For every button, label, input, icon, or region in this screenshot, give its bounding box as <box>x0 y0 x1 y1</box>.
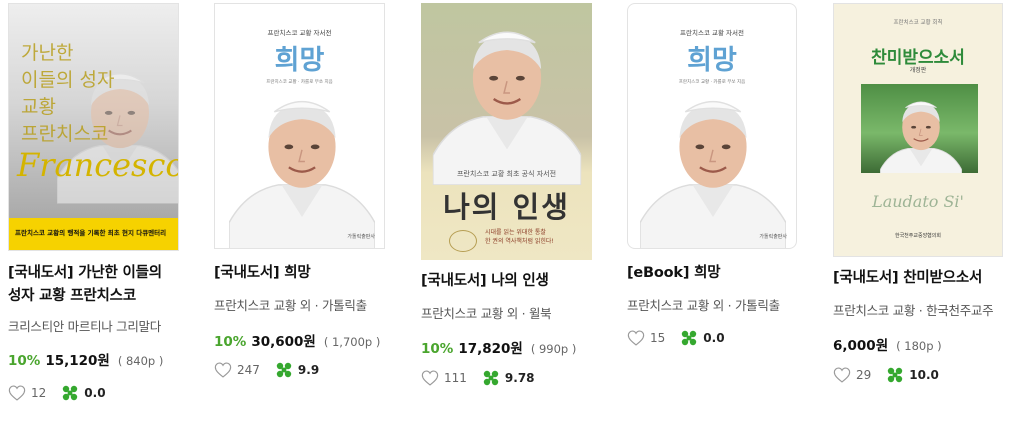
like-count: 111 <box>444 371 467 385</box>
cover-publisher-text: 가톨릭출판사 <box>759 234 787 240</box>
product-author: 프란치스코 교황 외 · 가톨릭출 <box>627 298 780 313</box>
cover-publisher-text: 가톨릭출판사 <box>347 234 375 240</box>
book-cover-image[interactable]: 프란치스코 교황 자서전 희망 프란치스코 교황 · 카를로 무쏘 지음 가톨릭… <box>627 3 797 249</box>
pope-portrait <box>229 96 375 249</box>
price-row: 10% 15,120원 ( 840p ) <box>8 349 193 369</box>
product-title[interactable]: [국내도서] 찬미받으소서 <box>833 267 1011 290</box>
book-cover-image[interactable]: 프란치스코 교황 회칙 찬미받으소서 개정판 Laudato Si' 한국천주교… <box>833 3 1003 257</box>
cover-script-text: Francesco <box>17 146 179 184</box>
cover-edition-text: 개정판 <box>909 67 927 74</box>
cover-credits-text: 프란치스코 교황 · 카를로 무쏘 지음 <box>266 80 333 85</box>
review-score: 0.0 <box>84 386 106 400</box>
pope-portrait <box>640 96 786 249</box>
pope-portrait <box>873 88 969 173</box>
cover-photo <box>861 84 978 173</box>
price-row: 10% 17,820원 ( 990p ) <box>421 337 606 357</box>
heart-icon[interactable] <box>421 370 439 386</box>
clover-icon <box>276 362 292 378</box>
review-score: 9.9 <box>297 363 320 377</box>
product-title[interactable]: [eBook] 희망 <box>627 262 812 285</box>
cover-publisher-text: 한국천주교중앙협의회 <box>894 233 941 239</box>
discount-rate: 10% <box>8 353 41 369</box>
reward-points: ( 990p ) <box>530 342 577 356</box>
product-title[interactable]: [국내도서] 희망 <box>214 262 399 285</box>
pope-portrait <box>425 7 589 185</box>
clover-icon <box>62 385 78 401</box>
product-stats: 29 10.0 <box>833 367 1011 383</box>
like-count: 247 <box>237 363 260 377</box>
cover-latin-text: Laudato Si' <box>872 192 964 211</box>
book-cover-image[interactable]: 프란치스코 교황 자서전 희망 프란치스코 교황 · 카를로 무쏘 지음 가톨릭… <box>214 3 385 249</box>
like-count: 15 <box>650 331 666 345</box>
product-stats: 111 9.78 <box>421 370 606 386</box>
price-row: 6,000원 ( 180p ) <box>833 334 1011 354</box>
sale-price: 17,820원 <box>458 341 523 357</box>
product-author: 크리스티안 마르티나 그리말다 <box>8 319 161 334</box>
product-stats: 12 0.0 <box>8 385 193 401</box>
clover-icon <box>483 370 499 386</box>
cover-series-text: 프란치스코 교황 자서전 <box>680 29 744 37</box>
cover-series-text: 프란치스코 교황 자서전 <box>267 29 332 37</box>
cover-title-text: 나의 인생 <box>443 190 570 224</box>
review-score: 0.0 <box>703 331 725 345</box>
review-score: 9.78 <box>504 371 535 385</box>
cover-credits-text: 프란치스코 교황 · 카를로 무쏘 지음 <box>678 80 746 85</box>
price-row: 10% 30,600원 ( 1,700p ) <box>214 330 399 350</box>
cover-band-text: 프란치스코 교황의 행적을 기록한 최초 현지 다큐멘터리 <box>15 229 167 237</box>
reward-points: ( 1,700p ) <box>323 335 381 349</box>
sale-price: 30,600원 <box>251 334 316 350</box>
product-title[interactable]: [국내도서] 나의 인생 <box>421 270 606 293</box>
discount-rate: 10% <box>214 334 247 350</box>
heart-icon[interactable] <box>833 367 851 383</box>
product-stats: 247 9.9 <box>214 362 399 378</box>
cover-title-text: 가난한 이들의 성자 교황 프란치스코 <box>21 42 115 145</box>
product-title[interactable]: [국내도서] 가난한 이들의 성자 교황 프란치스코 <box>8 262 193 308</box>
reward-points: ( 840p ) <box>117 354 164 368</box>
heart-icon[interactable] <box>214 362 232 378</box>
sale-price: 15,120원 <box>45 353 110 369</box>
product-author: 프란치스코 교황 외 · 윌북 <box>421 306 552 321</box>
product-stats: 15 0.0 <box>627 330 812 346</box>
like-count: 29 <box>856 368 872 382</box>
product-author: 프란치스코 교황 · 한국천주교주 <box>833 303 994 318</box>
clover-icon <box>887 367 903 383</box>
reward-points: ( 180p ) <box>896 339 942 353</box>
discount-rate: 10% <box>421 341 454 357</box>
product-author: 프란치스코 교황 외 · 가톨릭출 <box>214 298 367 313</box>
heart-icon[interactable] <box>8 385 26 401</box>
heart-icon[interactable] <box>627 330 645 346</box>
review-score: 10.0 <box>909 368 939 382</box>
cover-title-text: 희망 <box>687 45 737 76</box>
clover-icon <box>681 330 697 346</box>
cover-series-text: 프란치스코 교황 회칙 <box>893 20 943 26</box>
book-cover-image[interactable]: 프란치스코 교황 최초 공식 자서전 나의 인생 시대를 읽는 위대한 통찰 한… <box>421 3 592 260</box>
like-count: 12 <box>31 386 47 400</box>
award-badge-icon <box>449 230 477 252</box>
cover-quote-text: 시대를 읽는 위대한 통찰 한 권의 역사책처럼 읽힌다! <box>485 229 554 245</box>
book-cover-image[interactable]: 가난한 이들의 성자 교황 프란치스코 Francesco 프란치스코 교황의 … <box>8 3 179 251</box>
cover-series-text: 프란치스코 교황 최초 공식 자서전 <box>456 170 557 178</box>
sale-price: 6,000원 <box>833 338 889 354</box>
cover-title-text: 희망 <box>274 45 325 76</box>
